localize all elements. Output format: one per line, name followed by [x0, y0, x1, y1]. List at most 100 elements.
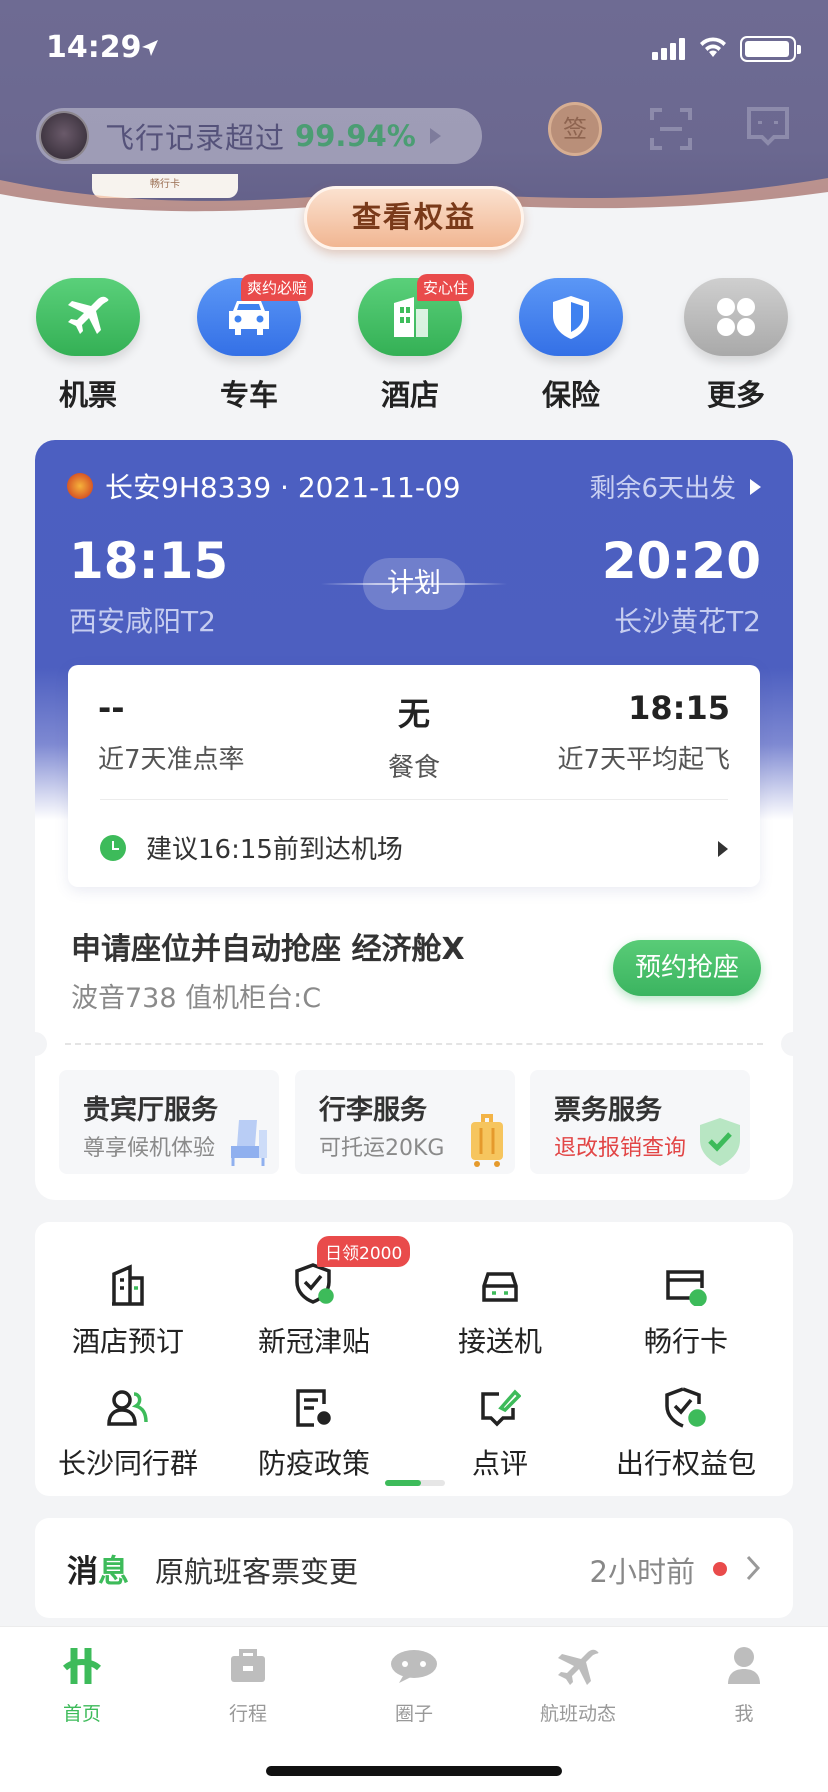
ticket-notch — [781, 1032, 793, 1056]
service-title: 票务服务 — [554, 1095, 662, 1126]
flight-card[interactable]: 长安9H8339 · 2021-11-09 剩余6天出发 18:15 西安咸阳T… — [35, 440, 793, 1200]
document-icon — [221, 1374, 407, 1428]
quick-services: 机票 爽约必赔 专车 安心住 酒店 保险 更多 — [0, 274, 828, 418]
tab-label: 行程 — [228, 1703, 267, 1725]
person-icon — [684, 1641, 804, 1691]
grid-item-airport-transfer[interactable]: 接送机 — [407, 1252, 593, 1360]
remaining-days[interactable]: 剩余6天出发 — [589, 468, 761, 505]
grid-label: 防疫政策 — [257, 1447, 370, 1480]
home-icon — [22, 1641, 142, 1691]
badge: 安心住 — [416, 274, 474, 301]
message-text: 原航班客票变更 — [155, 1555, 359, 1589]
tools-grid: 酒店预订 日领2000 新冠津贴 接送机 畅行卡 长沙同行群 防疫政策 点评 出… — [35, 1222, 793, 1496]
airplane-icon — [518, 1641, 638, 1691]
seat-subtitle: 波音738 值机柜台:C — [71, 983, 322, 1014]
tab-flight-status[interactable]: 航班动态 — [518, 1641, 638, 1726]
avatar[interactable] — [39, 111, 89, 161]
sign-in-button[interactable]: 签 — [548, 102, 602, 156]
status-time: 14:29 — [46, 30, 142, 65]
card-check-icon — [593, 1252, 779, 1306]
quick-label: 机票 — [58, 378, 117, 412]
arrival-tip[interactable]: 建议16:15前到达机场 — [100, 829, 403, 866]
quick-item-flight[interactable]: 机票 — [33, 278, 143, 414]
tab-trips[interactable]: 行程 — [188, 1641, 308, 1726]
message-icon[interactable] — [746, 106, 790, 146]
chevron-right-icon — [746, 1555, 761, 1581]
quick-item-car[interactable]: 爽约必赔 专车 — [194, 274, 313, 414]
reserve-seat-button[interactable]: 预约抢座 — [613, 940, 761, 996]
briefcase-icon — [188, 1641, 308, 1691]
stat-value: 无 — [397, 695, 430, 733]
chevron-right-icon — [429, 128, 441, 144]
badge: 爽约必赔 — [240, 274, 313, 301]
grid-item-benefits-pack[interactable]: 出行权益包 — [593, 1374, 779, 1482]
service-lounge[interactable]: 贵宾厅服务 尊享候机体验 — [59, 1070, 279, 1174]
airline-flight: 长安9H8339 · 2021-11-09 — [105, 471, 461, 504]
tab-me[interactable]: 我 — [684, 1641, 804, 1726]
stat-avg-departure: 18:15 近7天平均起飞 — [557, 689, 730, 776]
grid-label: 畅行卡 — [643, 1325, 728, 1358]
chat-bubble-icon — [354, 1641, 474, 1691]
tab-label: 航班动态 — [539, 1703, 616, 1725]
tab-home[interactable]: 首页 — [22, 1641, 142, 1726]
shield-virus-icon: 日领2000 — [221, 1236, 411, 1306]
message-bar[interactable]: 消息 原航班客票变更 2小时前 — [35, 1518, 793, 1618]
departure-time: 18:15 — [69, 532, 229, 590]
quick-label: 专车 — [219, 378, 278, 412]
location-arrow-icon — [142, 40, 158, 56]
quick-label: 酒店 — [380, 378, 439, 412]
flight-record-pill[interactable]: 飞行记录超过 99.94% — [36, 108, 482, 164]
grid-item-pass-card[interactable]: 畅行卡 — [593, 1252, 779, 1360]
grid-item-review[interactable]: 点评 — [407, 1374, 593, 1482]
wifi-icon — [700, 37, 726, 57]
divider — [100, 799, 728, 800]
signal-icon — [652, 38, 685, 60]
grid-item-epidemic-policy[interactable]: 防疫政策 — [221, 1374, 407, 1482]
tab-label: 圈子 — [394, 1703, 433, 1725]
page-indicator — [385, 1480, 445, 1486]
grid-item-travel-group[interactable]: 长沙同行群 — [35, 1374, 221, 1482]
home-indicator — [266, 1766, 562, 1776]
quick-item-insurance[interactable]: 保险 — [516, 278, 626, 414]
message-tag-a: 消 — [67, 1554, 98, 1590]
service-title: 贵宾厅服务 — [83, 1095, 218, 1126]
grid-item-hotel-booking[interactable]: 酒店预订 — [35, 1252, 221, 1360]
ticket-notch — [35, 1032, 47, 1056]
scan-icon[interactable] — [650, 108, 692, 150]
message-tag-b: 息 — [98, 1554, 129, 1590]
service-luggage[interactable]: 行李服务 可托运20KG — [295, 1070, 515, 1174]
battery-icon — [740, 36, 801, 62]
quick-item-more[interactable]: 更多 — [681, 278, 791, 414]
car-icon: 爽约必赔 — [197, 274, 313, 356]
stat-ontime: -- 近7天准点率 — [98, 689, 245, 776]
clock-icon — [100, 834, 126, 861]
airline-logo-icon — [67, 473, 93, 499]
record-text: 飞行记录超过 — [105, 121, 286, 155]
tab-circle[interactable]: 圈子 — [354, 1641, 474, 1726]
tab-label: 我 — [734, 1703, 754, 1725]
grid-label: 新冠津贴 — [257, 1325, 370, 1358]
service-sub: 退改报销查询 — [554, 1136, 687, 1161]
more-icon — [684, 278, 788, 356]
hotel-icon: 安心住 — [358, 274, 474, 356]
service-sub: 可托运20KG — [319, 1136, 445, 1161]
departure-airport: 西安咸阳T2 — [69, 605, 216, 638]
stat-label: 近7天平均起飞 — [557, 745, 730, 775]
quick-label: 更多 — [706, 378, 765, 412]
service-ticketing[interactable]: 票务服务 退改报销查询 — [530, 1070, 750, 1174]
stat-label: 近7天准点率 — [98, 745, 245, 775]
badge: 日领2000 — [317, 1236, 411, 1267]
grid-item-covid-subsidy[interactable]: 日领2000 新冠津贴 — [221, 1236, 411, 1360]
quick-label: 保险 — [541, 378, 600, 412]
luggage-icon — [471, 1114, 503, 1167]
shield-icon — [519, 278, 623, 356]
quick-item-hotel[interactable]: 安心住 酒店 — [355, 274, 474, 414]
lounge-chair-icon — [231, 1120, 267, 1166]
view-rights-button[interactable]: 查看权益 — [304, 186, 524, 250]
comment-edit-icon — [407, 1374, 593, 1428]
grid-label: 点评 — [471, 1447, 528, 1480]
tip-text: 建议16:15前到达机场 — [146, 835, 403, 865]
stat-label: 餐食 — [387, 753, 440, 783]
dashed-divider — [65, 1043, 763, 1045]
grid-label: 长沙同行群 — [57, 1447, 198, 1480]
